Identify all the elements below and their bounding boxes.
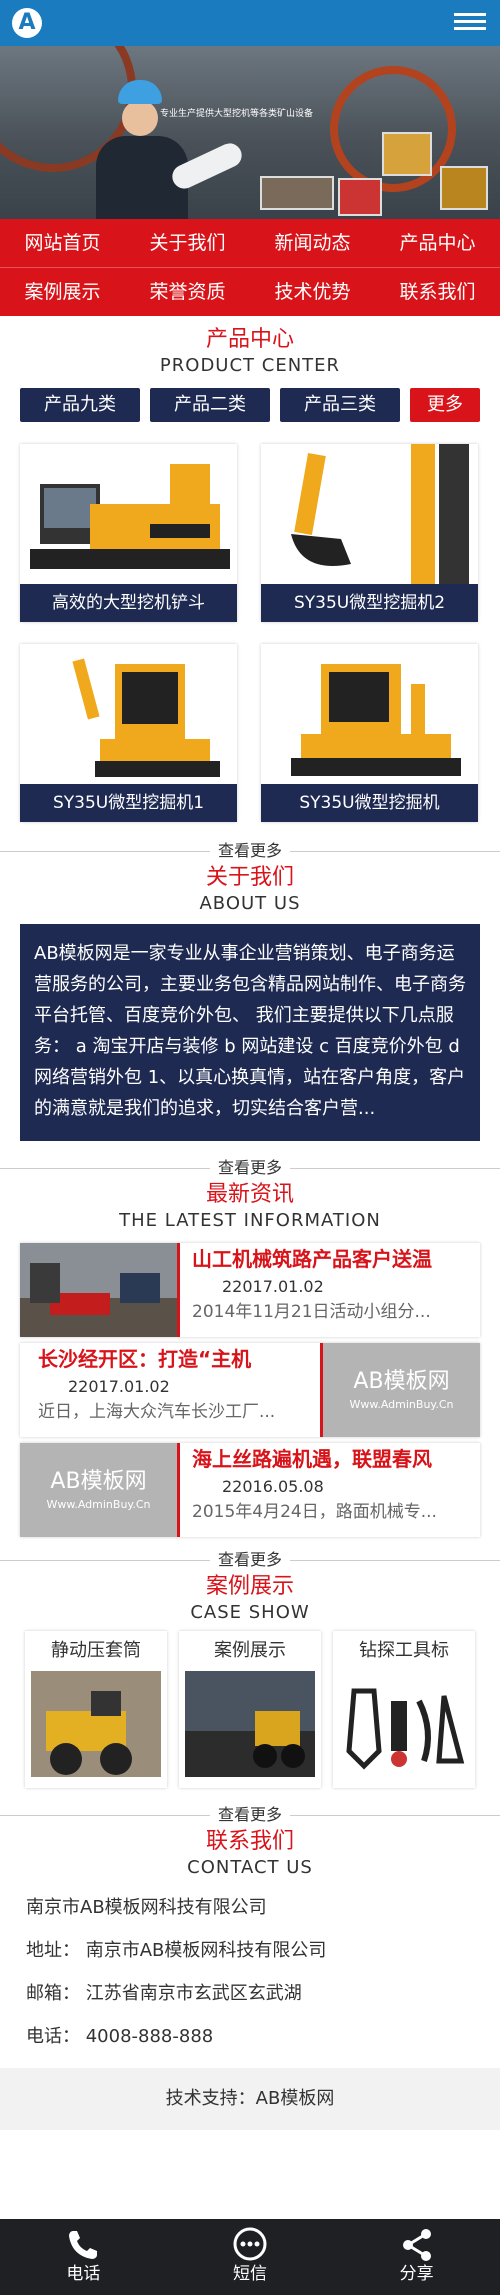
contact-info: 南京市AB模板网科技有限公司 地址： 南京市AB模板网科技有限公司 邮箱： 江苏… (0, 1886, 500, 2058)
case-list: 静动压套筒 案例展示 钻探工具标 (0, 1631, 500, 1788)
nav-contact[interactable]: 联系我们 (375, 268, 500, 316)
case-card[interactable]: 静动压套筒 (25, 1631, 167, 1788)
case-title: 静动压套筒 (51, 1640, 141, 1661)
product-card[interactable]: 高效的大型挖机铲斗 (20, 444, 237, 622)
news-more-link[interactable]: 查看更多 (209, 1550, 290, 1569)
about-more-link[interactable]: 查看更多 (209, 1158, 290, 1177)
news-title[interactable]: 长沙经开区：打造“主机 (38, 1343, 328, 1375)
case-card[interactable]: 案例展示 (179, 1631, 321, 1788)
contact-title-en: CONTACT US (187, 1857, 313, 1878)
case-image (339, 1671, 469, 1777)
products-title-en: PRODUCT CENTER (159, 355, 341, 376)
cases-title-en: CASE SHOW (190, 1602, 310, 1623)
news-summary: 2014年11月21日活动小组分... (192, 1302, 431, 1322)
news-more[interactable]: 查看更多 (0, 1547, 500, 1573)
footer-phone-label: 电话 (66, 2264, 101, 2284)
tab-product-2[interactable]: 产品二类 (150, 388, 270, 422)
news-title-cn: 最新资讯 (205, 1182, 294, 1207)
case-title: 案例展示 (214, 1640, 286, 1661)
nav-home[interactable]: 网站首页 (0, 219, 125, 267)
nav-cases[interactable]: 案例展示 (0, 268, 125, 316)
nav-news[interactable]: 新闻动态 (250, 219, 375, 267)
contact-address: 地址： 南京市AB模板网科技有限公司 (26, 1940, 327, 1961)
about-title-en: ABOUT US (199, 893, 301, 914)
cases-more-link[interactable]: 查看更多 (209, 1805, 290, 1824)
contact-title-cn: 联系我们 (205, 1829, 294, 1854)
about-title-cn: 关于我们 (205, 865, 294, 890)
news-image (20, 1243, 177, 1337)
news-summary: 2015年4月24日，路面机械专... (192, 1502, 437, 1522)
bottom-action-bar: 电话 短信 分享 (0, 2219, 500, 2295)
products-more-link[interactable]: 查看更多 (209, 841, 290, 860)
about-more[interactable]: 查看更多 (0, 1155, 500, 1181)
hero-banner: 专业生产提供大型挖机等各类矿山设备 (0, 46, 500, 219)
products-title-cn: 产品中心 (205, 327, 294, 352)
news-section-title: 最新资讯 THE LATEST INFORMATION (0, 1181, 500, 1233)
cases-title-cn: 案例展示 (205, 1574, 294, 1599)
product-image (261, 444, 478, 584)
news-image-placeholder: AB模板网 Www.AdminBuy.Cn (20, 1443, 177, 1537)
site-header: A (0, 0, 500, 46)
product-tabs: 产品九类 产品二类 产品三类 更多 (0, 388, 500, 422)
product-caption: SY35U微型挖掘机2 (261, 584, 478, 622)
tab-more[interactable]: 更多 (410, 388, 480, 422)
nav-products[interactable]: 产品中心 (375, 219, 500, 267)
contact-phone[interactable]: 电话： 4008-888-888 (0, 2015, 500, 2058)
news-date: 22017.01.02 (68, 1377, 170, 1396)
about-section-title: 关于我们 ABOUT US (0, 864, 500, 916)
news-title[interactable]: 山工机械筑路产品客户送温 (192, 1243, 470, 1275)
products-more[interactable]: 查看更多 (0, 838, 500, 864)
news-title[interactable]: 海上丝路遍机遇，联盟春风 (192, 1443, 470, 1475)
news-item[interactable]: AB模板网 Www.AdminBuy.Cn 海上丝路遍机遇，联盟春风 22016… (20, 1443, 480, 1537)
share-icon (402, 2229, 431, 2261)
product-caption: 高效的大型挖机铲斗 (20, 584, 237, 622)
main-nav: 网站首页 关于我们 新闻动态 产品中心 案例展示 荣誉资质 技术优势 联系我们 (0, 219, 500, 316)
tab-product-9[interactable]: 产品九类 (20, 388, 140, 422)
news-title-en: THE LATEST INFORMATION (119, 1210, 381, 1231)
news-date: 22017.01.02 (222, 1277, 324, 1296)
product-card[interactable]: SY35U微型挖掘机1 (20, 644, 237, 822)
news-item[interactable]: 山工机械筑路产品客户送温 22017.01.02 2014年11月21日活动小组… (20, 1243, 480, 1337)
case-title: 钻探工具标 (359, 1640, 449, 1661)
product-image (261, 644, 478, 784)
contact-email: 邮箱： 江苏省南京市玄武区玄武湖 (26, 1983, 302, 2004)
cases-section-title: 案例展示 CASE SHOW (0, 1573, 500, 1625)
contact-section-title: 联系我们 CONTACT US (0, 1828, 500, 1880)
cases-more[interactable]: 查看更多 (0, 1802, 500, 1828)
footer-share-label: 分享 (399, 2264, 434, 2284)
news-item[interactable]: 长沙经开区：打造“主机 22017.01.02 近日，上海大众汽车长沙工厂...… (20, 1343, 480, 1437)
product-grid: 高效的大型挖机铲斗 SY35U微型挖掘机2 SY35U微型挖掘机1 SY35U微… (0, 444, 500, 822)
product-image (20, 644, 237, 784)
product-card[interactable]: SY35U微型挖掘机2 (261, 444, 478, 622)
case-image (31, 1671, 161, 1777)
footer-sms[interactable]: 短信 (167, 2219, 334, 2295)
footer-phone[interactable]: 电话 (0, 2219, 167, 2295)
site-logo[interactable]: A (12, 8, 42, 38)
footer-sms-label: 短信 (233, 2264, 267, 2284)
nav-tech[interactable]: 技术优势 (250, 268, 375, 316)
news-summary: 近日，上海大众汽车长沙工厂... (38, 1402, 276, 1422)
product-card[interactable]: SY35U微型挖掘机 (261, 644, 478, 822)
tech-support: 技术支持：AB模板网 (0, 2068, 500, 2130)
footer-share[interactable]: 分享 (333, 2219, 500, 2295)
hamburger-menu-icon[interactable] (454, 9, 486, 37)
nav-honors[interactable]: 荣誉资质 (125, 268, 250, 316)
contact-company: 南京市AB模板网科技有限公司 (26, 1897, 267, 1918)
banner-tagline: 专业生产提供大型挖机等各类矿山设备 (160, 109, 314, 119)
phone-icon (69, 2231, 98, 2259)
case-card[interactable]: 钻探工具标 (333, 1631, 475, 1788)
news-image-placeholder: AB模板网 Www.AdminBuy.Cn (323, 1343, 480, 1437)
product-image (20, 444, 237, 584)
sms-icon (233, 2227, 267, 2261)
tab-product-3[interactable]: 产品三类 (280, 388, 400, 422)
product-caption: SY35U微型挖掘机 (261, 784, 478, 822)
product-caption: SY35U微型挖掘机1 (20, 784, 237, 822)
nav-about[interactable]: 关于我们 (125, 219, 250, 267)
products-section-title: 产品中心 PRODUCT CENTER (0, 326, 500, 378)
news-date: 22016.05.08 (222, 1477, 324, 1496)
case-image (185, 1671, 315, 1777)
about-text: AB模板网是一家专业从事企业营销策划、电子商务运营服务的公司，主要业务包含精品网… (20, 924, 480, 1141)
